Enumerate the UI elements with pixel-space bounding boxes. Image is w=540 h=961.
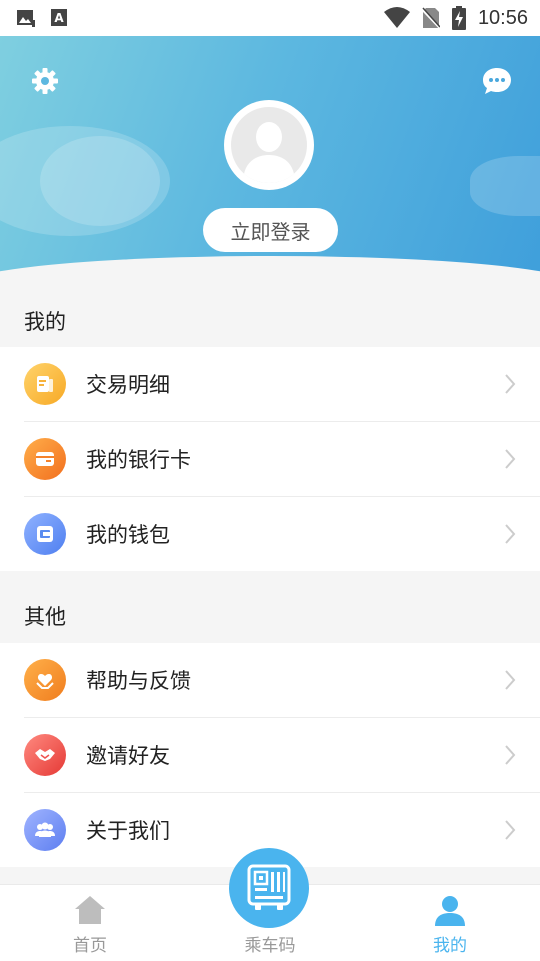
header-wave-divider xyxy=(0,256,540,286)
menu-group-other: 帮助与反馈 邀请好友 关于我们 xyxy=(0,643,540,867)
chevron-right-icon xyxy=(505,745,516,765)
chat-bubble-icon xyxy=(483,68,511,94)
menu-label: 关于我们 xyxy=(86,819,170,843)
user-icon xyxy=(435,896,465,926)
chevron-right-icon xyxy=(505,449,516,469)
nav-home-label: 首页 xyxy=(73,936,107,956)
gear-icon xyxy=(32,68,58,94)
menu-label: 交易明细 xyxy=(86,373,170,397)
handshake-icon xyxy=(24,734,66,776)
bus-qr-code-icon xyxy=(247,864,291,910)
menu-label: 帮助与反馈 xyxy=(86,669,191,693)
section-title-other: 其他 xyxy=(24,605,66,629)
home-icon xyxy=(75,896,105,924)
menu-label: 邀请好友 xyxy=(86,744,170,768)
image-notification-icon xyxy=(17,10,35,27)
battery-charging-icon xyxy=(451,6,466,30)
login-button[interactable]: 立即登录 xyxy=(203,208,338,252)
status-bar: A 10:56 xyxy=(0,0,540,36)
message-button[interactable] xyxy=(480,64,514,98)
text-notification-icon: A xyxy=(51,9,67,26)
menu-item-wallet[interactable]: 我的钱包 xyxy=(24,496,540,571)
chevron-right-icon xyxy=(505,374,516,394)
status-time: 10:56 xyxy=(477,6,528,29)
chevron-right-icon xyxy=(505,524,516,544)
menu-item-help-feedback[interactable]: 帮助与反馈 xyxy=(0,643,540,717)
cloud-decoration xyxy=(40,136,160,226)
menu-item-bank-card[interactable]: 我的银行卡 xyxy=(24,421,540,496)
menu-group-mine: 交易明细 我的银行卡 我的钱包 xyxy=(0,347,540,571)
wallet-icon xyxy=(24,513,66,555)
cloud-decoration xyxy=(470,156,540,216)
menu-label: 我的银行卡 xyxy=(86,448,191,472)
svg-text:A: A xyxy=(54,11,64,25)
bank-card-icon xyxy=(24,438,66,480)
nav-mine[interactable]: 我的 xyxy=(390,885,510,961)
chevron-right-icon xyxy=(505,670,516,690)
settings-button[interactable] xyxy=(28,64,62,98)
default-avatar-icon xyxy=(231,107,307,183)
menu-label: 我的钱包 xyxy=(86,523,170,547)
nav-mine-label: 我的 xyxy=(433,936,467,956)
section-title-mine: 我的 xyxy=(24,310,66,334)
avatar[interactable] xyxy=(224,100,314,190)
menu-item-transactions[interactable]: 交易明细 xyxy=(0,347,540,421)
receipt-icon xyxy=(24,363,66,405)
people-icon xyxy=(24,809,66,851)
chevron-right-icon xyxy=(505,820,516,840)
help-feedback-icon xyxy=(24,659,66,701)
menu-item-invite-friends[interactable]: 邀请好友 xyxy=(24,717,540,792)
nav-ride-code-label: 乘车码 xyxy=(244,936,296,956)
profile-header: 立即登录 xyxy=(0,36,540,286)
nav-home[interactable]: 首页 xyxy=(30,885,150,961)
wifi-icon xyxy=(383,7,410,28)
ride-code-button[interactable] xyxy=(229,848,309,928)
no-sim-icon xyxy=(421,7,440,29)
